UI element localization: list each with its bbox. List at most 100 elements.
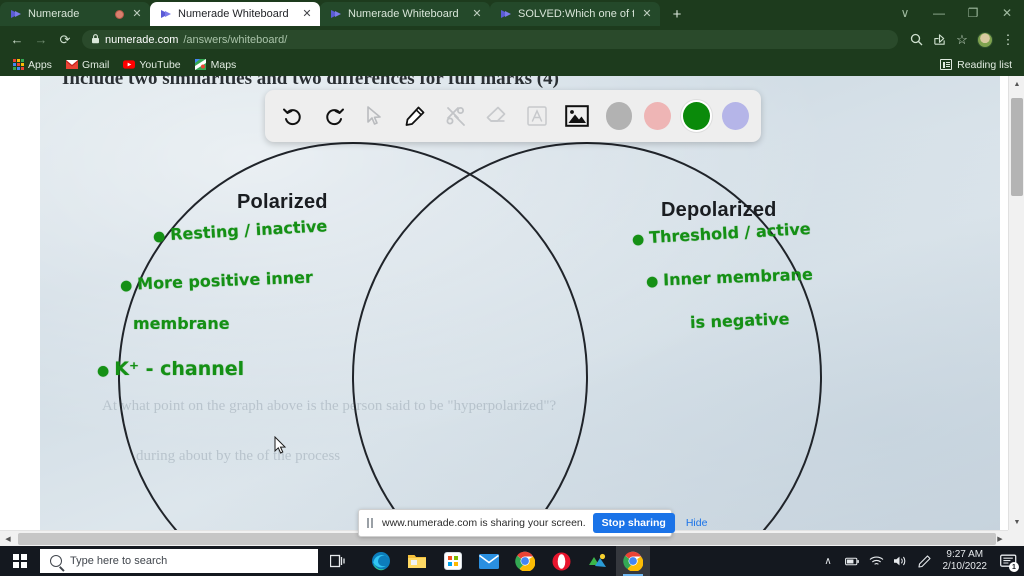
url-path: /answers/whiteboard/ [183, 33, 288, 46]
volume-icon[interactable] [893, 553, 908, 569]
bookmark-youtube[interactable]: YouTube [117, 57, 186, 73]
scroll-left-arrow-icon[interactable]: ◀ [0, 531, 16, 547]
color-swatch-gray[interactable] [605, 102, 633, 130]
tab-close-button[interactable]: ✕ [640, 7, 654, 21]
share-icon[interactable] [929, 29, 949, 51]
browser-tab-0[interactable]: Numerade ✕ [0, 2, 150, 26]
avatar[interactable] [975, 29, 995, 51]
shapes-tool[interactable] [439, 99, 472, 133]
redo-tool[interactable] [318, 99, 351, 133]
tab-recording-indicator-icon [115, 9, 124, 19]
address-bar[interactable]: numerade.com/answers/whiteboard/ [82, 30, 898, 49]
chrome-menu-icon[interactable]: ⋮ [998, 29, 1018, 51]
window-controls: ∨ — ❐ ✕ [888, 0, 1024, 26]
text-tool[interactable] [520, 99, 553, 133]
venn-label-right: Depolarized [661, 199, 777, 221]
new-tab-button[interactable]: + [664, 2, 690, 26]
taskbar-search-input[interactable]: Type here to search [40, 549, 318, 573]
tab-close-button[interactable]: ✕ [130, 7, 144, 21]
reading-list-label: Reading list [957, 58, 1012, 71]
back-button[interactable]: ← [6, 29, 28, 51]
venn-label-left: Polarized [237, 191, 328, 213]
lock-icon [91, 33, 100, 46]
start-button[interactable] [0, 546, 40, 576]
notification-badge: 1 [1009, 562, 1019, 572]
maximize-button[interactable]: ❐ [956, 0, 990, 26]
tray-chevron-icon[interactable]: ∧ [821, 553, 836, 569]
taskbar-app-mail[interactable] [472, 546, 506, 576]
page-left-margin [0, 76, 40, 530]
task-view-button[interactable] [318, 546, 358, 576]
wifi-icon[interactable] [869, 553, 884, 569]
undo-tool[interactable] [277, 99, 310, 133]
tab-title: Numerade [28, 8, 80, 20]
system-tray: ∧ 9:27 AM 2/10/2022 1 [821, 549, 1024, 573]
taskbar-app-icons [364, 546, 650, 576]
youtube-icon [123, 59, 136, 71]
taskbar-app-chrome-active[interactable] [616, 546, 650, 576]
pen-icon[interactable] [917, 553, 932, 569]
color-swatch-purple[interactable] [722, 102, 749, 130]
screen-share-bar: www.numerade.com is sharing your screen.… [358, 509, 707, 537]
bookmark-label: Apps [28, 58, 52, 71]
taskbar-app-microsoft-store[interactable] [436, 546, 470, 576]
forward-button[interactable]: → [30, 29, 52, 51]
tab-close-button[interactable]: ✕ [470, 7, 484, 21]
taskbar-app-file-explorer[interactable] [400, 546, 434, 576]
select-tool[interactable] [358, 99, 391, 133]
search-icon[interactable] [906, 29, 926, 51]
browser-tab-3[interactable]: SOLVED:Which one of the follow ✕ [490, 2, 660, 26]
note-text: is negative [689, 309, 790, 332]
tab-search-button[interactable]: ∨ [888, 0, 922, 26]
eraser-tool[interactable] [480, 99, 513, 133]
stop-sharing-button[interactable]: Stop sharing [592, 513, 675, 533]
bookmark-apps[interactable]: Apps [6, 57, 58, 73]
apps-grid-icon [12, 59, 24, 71]
scroll-up-arrow-icon[interactable]: ▲ [1009, 76, 1024, 92]
maps-icon [195, 59, 207, 71]
color-swatch-green[interactable] [683, 102, 711, 130]
scroll-down-arrow-icon[interactable]: ▼ [1009, 514, 1024, 530]
numerade-favicon [160, 8, 172, 20]
bullet-icon: ● [645, 273, 659, 290]
bookmark-gmail[interactable]: Gmail [60, 57, 115, 73]
mouse-cursor [274, 435, 287, 455]
minimize-button[interactable]: — [922, 0, 956, 26]
battery-icon[interactable] [844, 553, 860, 569]
tab-title: SOLVED:Which one of the follow [518, 8, 634, 20]
bookmark-maps[interactable]: Maps [189, 57, 243, 73]
pause-icon [367, 518, 375, 528]
browser-tab-1[interactable]: Numerade Whiteboard ✕ [150, 2, 320, 26]
taskbar-app-chrome[interactable] [508, 546, 542, 576]
windows-logo-icon [13, 554, 27, 568]
color-swatch-pink[interactable] [644, 102, 672, 130]
worksheet-heading: Include two similarities and two differe… [62, 76, 559, 89]
page-viewport: Include two similarities and two differe… [0, 76, 1024, 546]
url-host: numerade.com [105, 33, 179, 46]
vertical-scrollbar[interactable]: ▲ ▼ [1008, 76, 1024, 530]
image-tool[interactable] [561, 99, 594, 133]
bookmark-star-icon[interactable]: ☆ [952, 29, 972, 51]
search-icon [50, 555, 62, 567]
hide-button[interactable]: Hide [682, 517, 712, 529]
reload-button[interactable]: ⟳ [54, 29, 76, 51]
note-text: K⁺ - channel [114, 358, 245, 380]
bullet-icon: ● [631, 231, 645, 248]
taskbar-clock[interactable]: 9:27 AM 2/10/2022 [941, 549, 990, 573]
scroll-right-arrow-icon[interactable]: ▶ [992, 531, 1008, 547]
notification-center-button[interactable]: 1 [998, 552, 1019, 572]
taskbar-app-opera[interactable] [544, 546, 578, 576]
pen-tool[interactable] [399, 99, 432, 133]
nav-right-actions: ☆ ⋮ [906, 29, 1018, 51]
close-window-button[interactable]: ✕ [990, 0, 1024, 26]
reading-list-button[interactable]: Reading list [934, 57, 1018, 73]
taskbar-app-photos[interactable] [580, 546, 614, 576]
scrollbar-corner [1008, 530, 1024, 546]
numerade-favicon [330, 8, 342, 20]
vertical-scrollbar-thumb[interactable] [1011, 98, 1023, 196]
taskbar-app-edge[interactable] [364, 546, 398, 576]
numerade-favicon [500, 8, 512, 20]
gmail-icon [65, 59, 78, 71]
browser-tab-2[interactable]: Numerade Whiteboard ✕ [320, 2, 490, 26]
tab-close-button[interactable]: ✕ [300, 7, 314, 21]
